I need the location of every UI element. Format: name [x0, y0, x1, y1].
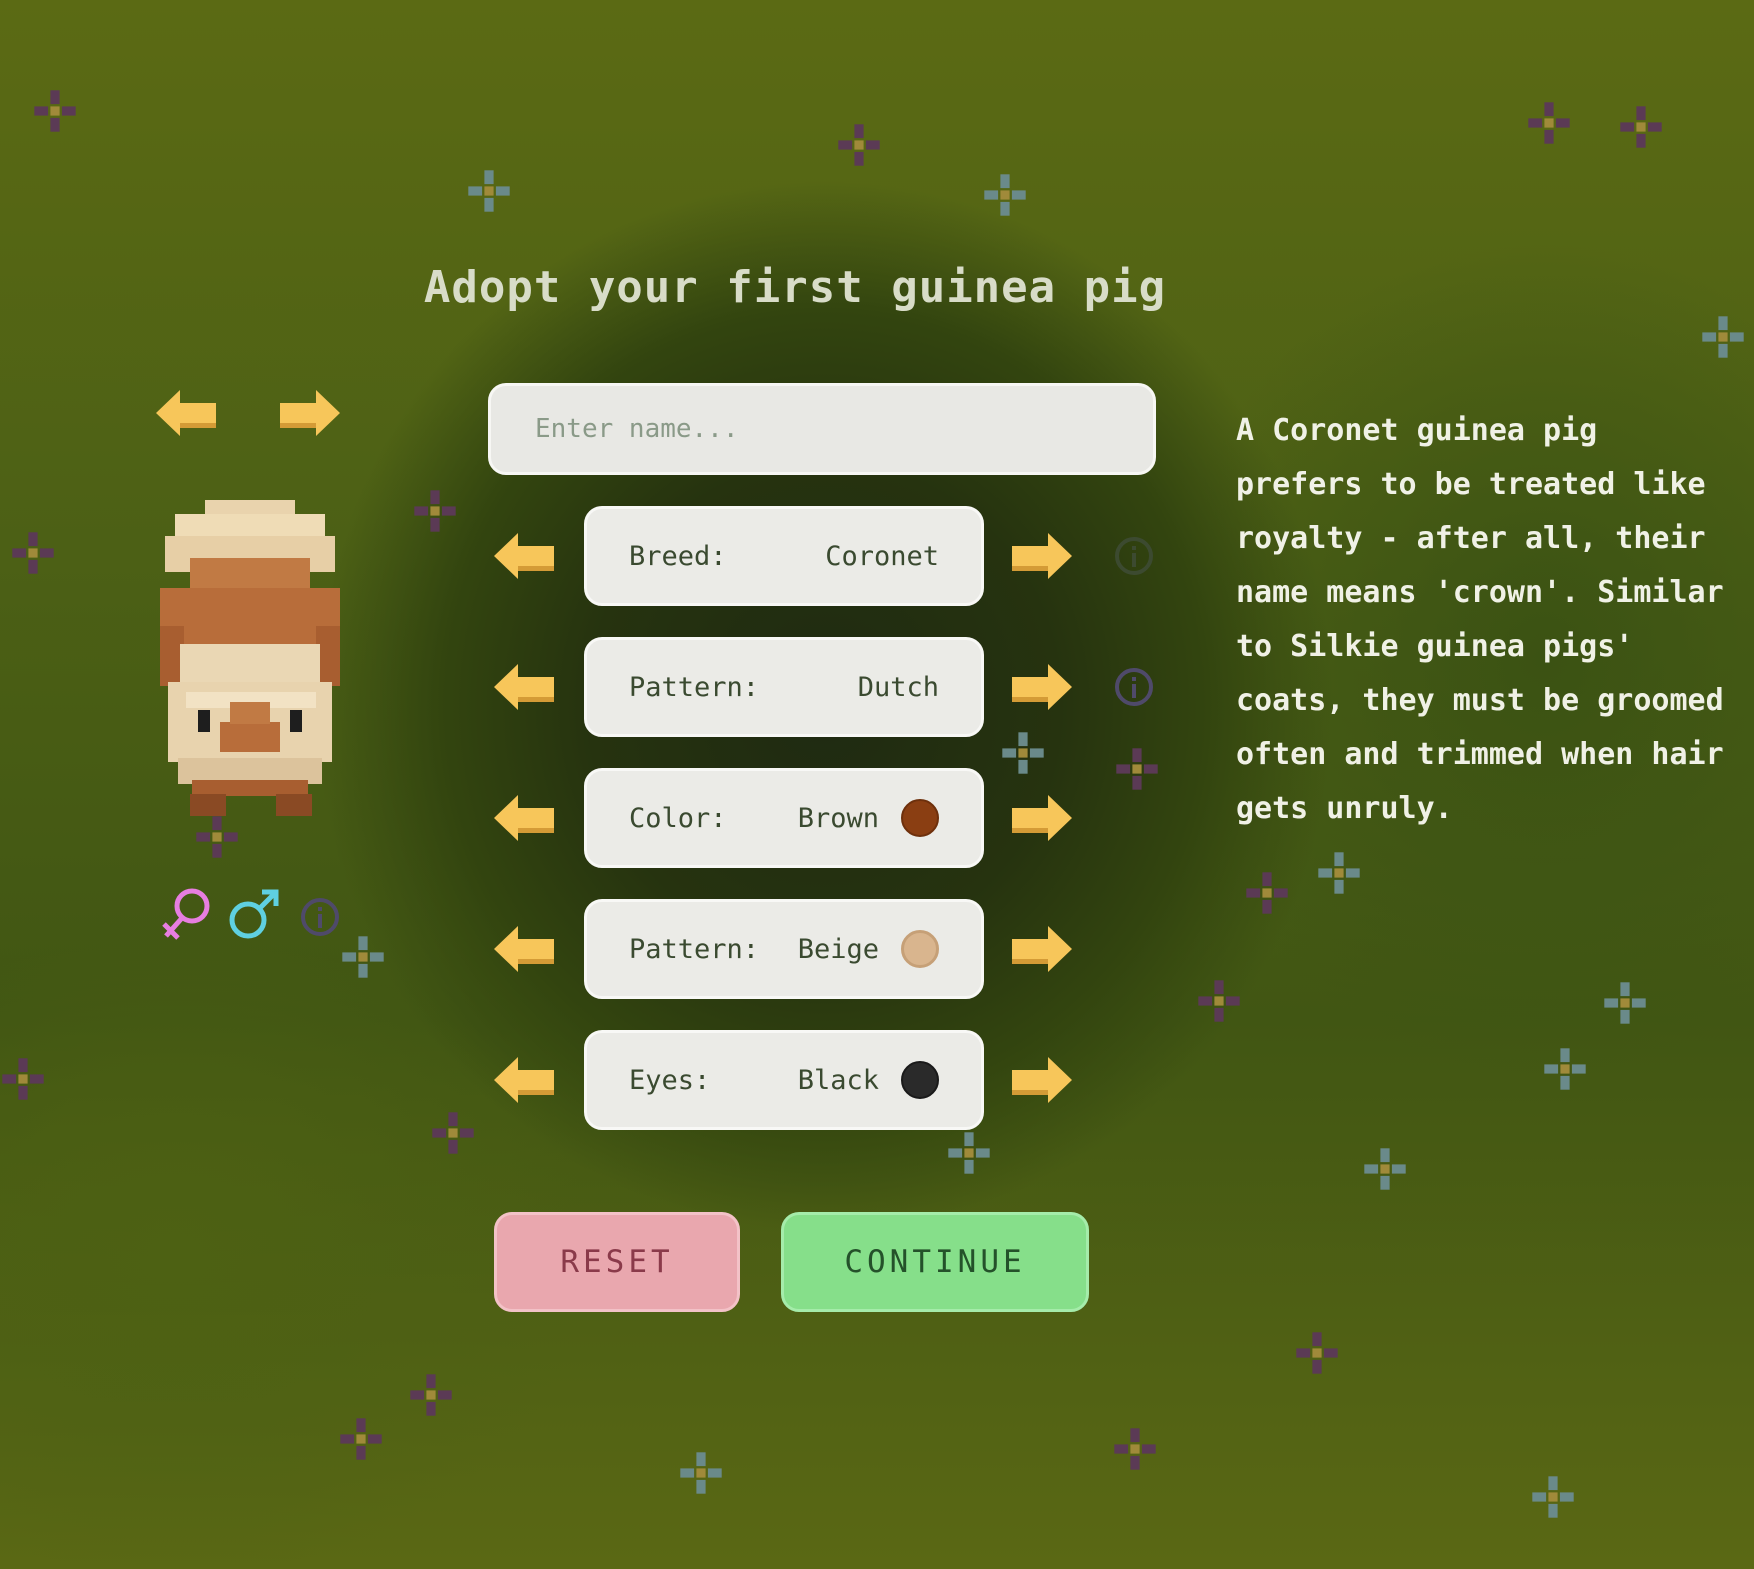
breed-info-icon[interactable] [1114, 536, 1154, 576]
color-next-arrow-icon[interactable] [1008, 795, 1072, 841]
pattern-info-icon[interactable] [1114, 667, 1154, 707]
flower-decoration [1702, 316, 1744, 358]
name-input[interactable] [533, 413, 1097, 445]
flower-decoration [984, 174, 1026, 216]
option-value: Brown [797, 802, 879, 834]
flower-decoration [34, 90, 76, 132]
breed-selector[interactable]: Breed: Coronet [584, 506, 984, 606]
pattern-selector[interactable]: Pattern: Dutch [584, 637, 984, 737]
eyes-selector[interactable]: Eyes: Black [584, 1030, 984, 1130]
option-label: Color: [629, 802, 727, 834]
flower-decoration [1364, 1148, 1406, 1190]
pattern-prev-arrow-icon[interactable] [494, 664, 558, 710]
flower-decoration [1528, 102, 1570, 144]
pattern-next-arrow-icon[interactable] [1008, 664, 1072, 710]
option-value: Beige [797, 933, 879, 965]
eyes-prev-arrow-icon[interactable] [494, 1057, 558, 1103]
option-label: Eyes: [629, 1064, 711, 1096]
name-field[interactable] [488, 383, 1156, 475]
continue-button[interactable]: CONTINUE [781, 1212, 1089, 1312]
pattern-color-prev-arrow-icon[interactable] [494, 926, 558, 972]
pattern-color-next-arrow-icon[interactable] [1008, 926, 1072, 972]
flower-decoration [340, 1418, 382, 1460]
game-scene: Adopt your first guinea pig Breed: [0, 0, 1754, 1569]
flower-decoration [1532, 1476, 1574, 1518]
color-swatch [901, 930, 939, 968]
flower-decoration [468, 170, 510, 212]
flower-decoration [410, 1374, 452, 1416]
flower-decoration [1114, 1428, 1156, 1470]
reset-button[interactable]: RESET [494, 1212, 740, 1312]
breed-prev-arrow-icon[interactable] [494, 533, 558, 579]
flower-decoration [1620, 106, 1662, 148]
color-swatch [901, 799, 939, 837]
option-value: Dutch [857, 671, 939, 703]
breed-description: A Coronet guinea pig prefers to be treat… [1236, 413, 1724, 826]
pig-prev-arrow-icon[interactable] [156, 390, 220, 436]
pattern-color-selector[interactable]: Pattern: Beige [584, 899, 984, 999]
pig-next-arrow-icon[interactable] [276, 390, 340, 436]
eyes-next-arrow-icon[interactable] [1008, 1057, 1072, 1103]
color-swatch [901, 1061, 939, 1099]
option-label: Pattern: [629, 671, 760, 703]
page-title: Adopt your first guinea pig [423, 262, 1167, 313]
color-selector[interactable]: Color: Brown [584, 768, 984, 868]
flower-decoration [680, 1452, 722, 1494]
breed-next-arrow-icon[interactable] [1008, 533, 1072, 579]
color-prev-arrow-icon[interactable] [494, 795, 558, 841]
flower-decoration [838, 124, 880, 166]
option-value: Coronet [825, 540, 939, 572]
flower-decoration [948, 1132, 990, 1174]
option-row-pattern-color: Pattern: Beige [0, 899, 1754, 999]
option-label: Breed: [629, 540, 727, 572]
option-row-eyes: Eyes: Black [0, 1030, 1754, 1130]
flower-decoration [1296, 1332, 1338, 1374]
option-value: Black [797, 1064, 879, 1096]
option-label: Pattern: [629, 933, 760, 965]
